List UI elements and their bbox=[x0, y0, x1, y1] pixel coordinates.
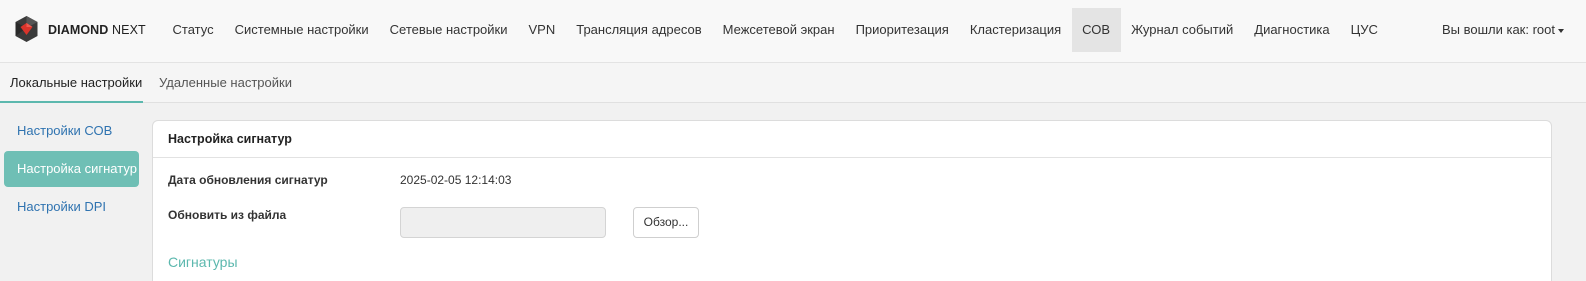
nav-item-status[interactable]: Статус bbox=[162, 8, 224, 52]
brand-name-light: NEXT bbox=[112, 23, 146, 37]
nav-item-central-management[interactable]: ЦУС bbox=[1340, 8, 1388, 52]
file-path-field[interactable] bbox=[400, 207, 606, 238]
brand-name-bold: DIAMOND bbox=[48, 23, 109, 37]
nav-item-prioritization[interactable]: Приоритезация bbox=[845, 8, 959, 52]
panel-title: Настройка сигнатур bbox=[153, 121, 1551, 158]
caret-down-icon bbox=[1558, 28, 1564, 33]
browse-button[interactable]: Обзор... bbox=[633, 207, 699, 238]
update-date-label: Дата обновления сигнатур bbox=[168, 173, 328, 187]
signature-settings-panel: Настройка сигнатур Дата обновления сигна… bbox=[152, 120, 1552, 281]
sub-tabs: Локальные настройки Удаленные настройки bbox=[0, 63, 1586, 103]
sidebar-item-ids-settings[interactable]: Настройки СОВ bbox=[4, 113, 139, 149]
update-date-value: 2025-02-05 12:14:03 bbox=[400, 173, 512, 187]
nav-item-diagnostics[interactable]: Диагностика bbox=[1244, 8, 1340, 52]
nav-item-firewall[interactable]: Межсетевой экран bbox=[712, 8, 845, 52]
nav-item-network-settings[interactable]: Сетевые настройки bbox=[379, 8, 518, 52]
tab-remote-settings[interactable]: Удаленные настройки bbox=[143, 63, 304, 103]
main-nav: Статус Системные настройки Сетевые настр… bbox=[162, 8, 1388, 52]
nav-item-system-settings[interactable]: Системные настройки bbox=[224, 8, 379, 52]
brand-name: DIAMOND NEXT bbox=[48, 23, 146, 37]
nav-item-clustering[interactable]: Кластеризация bbox=[959, 8, 1071, 52]
update-from-file-label: Обновить из файла bbox=[168, 208, 287, 222]
user-label: Вы вошли как: root bbox=[1441, 22, 1555, 37]
diamond-logo-icon bbox=[14, 15, 39, 46]
sidebar-item-dpi-settings[interactable]: Настройки DPI bbox=[4, 189, 139, 225]
signatures-section-title: Сигнатуры bbox=[168, 254, 238, 270]
nav-item-ids[interactable]: СОВ bbox=[1071, 8, 1121, 52]
user-menu[interactable]: Вы вошли как: root bbox=[1442, 8, 1564, 52]
nav-item-nat[interactable]: Трансляция адресов bbox=[566, 8, 712, 52]
top-navbar: DIAMOND NEXT Статус Системные настройки … bbox=[0, 0, 1586, 63]
tab-local-settings[interactable]: Локальные настройки bbox=[0, 63, 143, 103]
nav-item-event-log[interactable]: Журнал событий bbox=[1121, 8, 1244, 52]
brand[interactable]: DIAMOND NEXT bbox=[14, 15, 146, 46]
nav-item-vpn[interactable]: VPN bbox=[518, 8, 566, 52]
sidebar-item-signature-settings[interactable]: Настройка сигнатур bbox=[4, 151, 139, 187]
sidebar: Настройки СОВ Настройка сигнатур Настрой… bbox=[4, 113, 139, 227]
